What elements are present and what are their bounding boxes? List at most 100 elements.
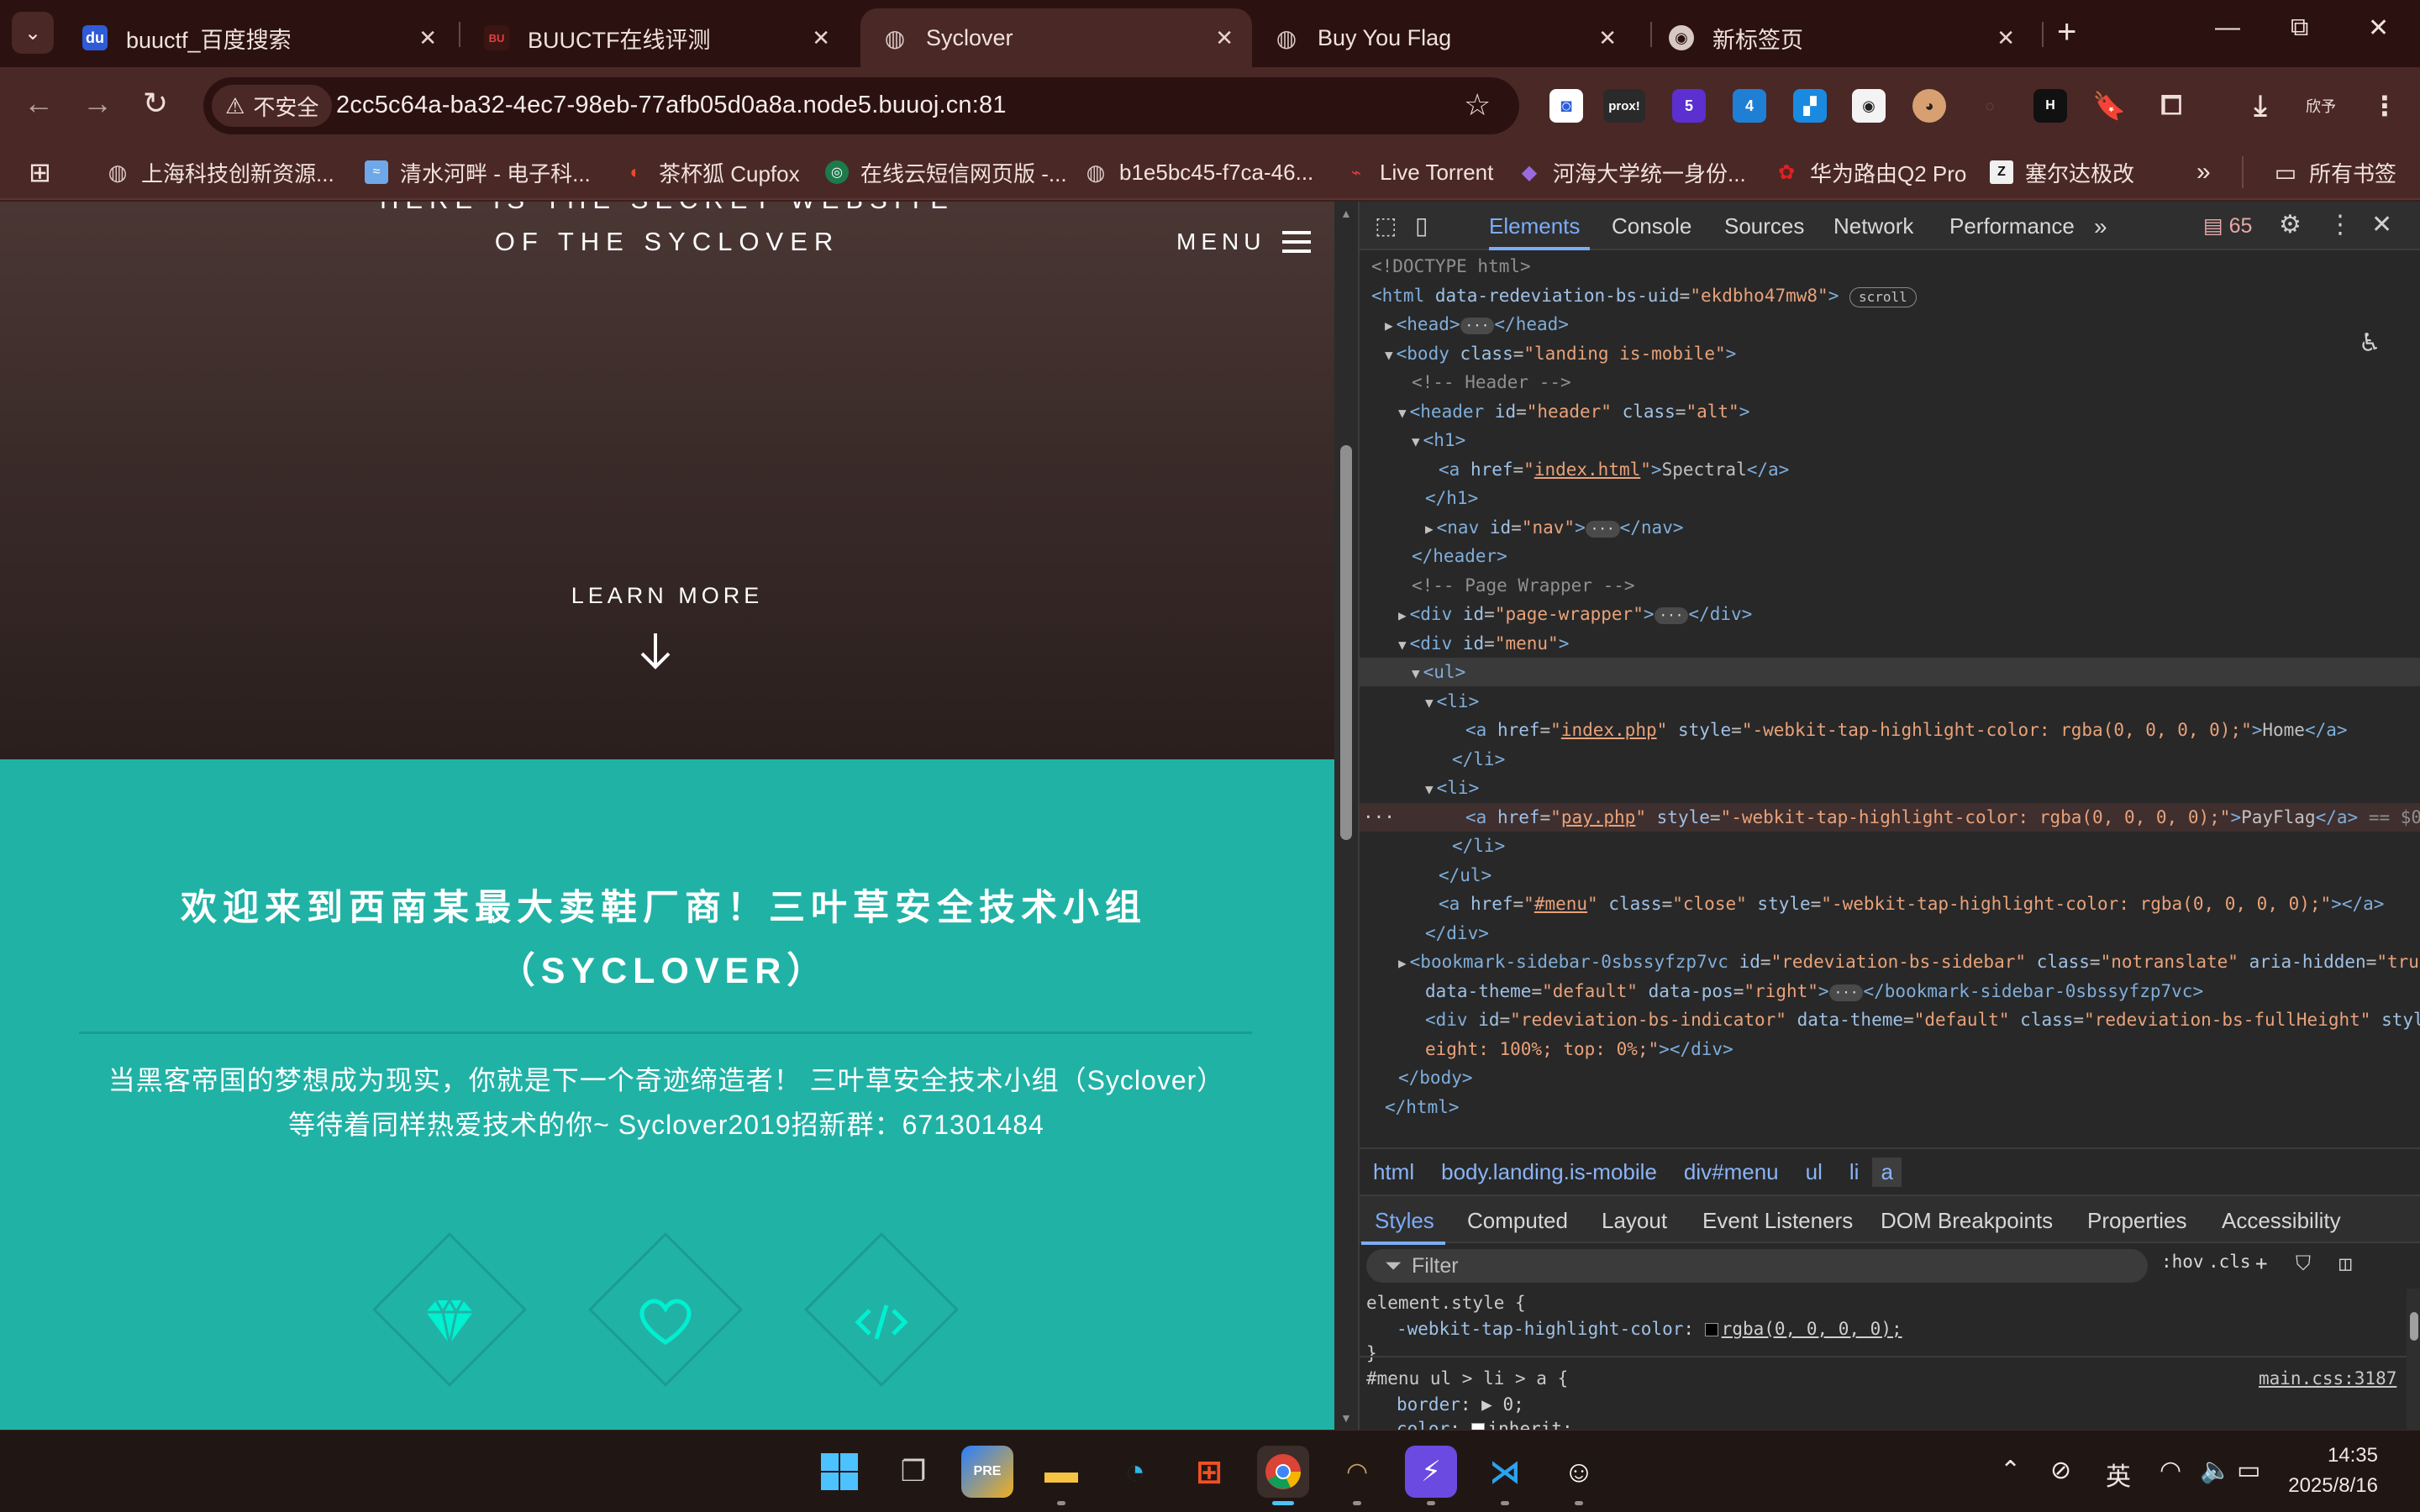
breadcrumb-item[interactable]: html — [1373, 1159, 1414, 1185]
copilot-icon[interactable]: PRE — [961, 1446, 1013, 1498]
dom-node[interactable]: ▶ <nav id="nav"> ··· </nav> — [1360, 513, 2420, 542]
css-declaration[interactable]: -webkit-tap-highlight-color: rgba(0, 0, … — [1366, 1316, 1902, 1342]
avatar-extension-icon[interactable]: ◕ — [1912, 89, 1946, 123]
dom-node[interactable]: <html data-redeviation-bs-uid="ekdbho47m… — [1360, 281, 2420, 310]
ellipsis-icon[interactable]: ··· — [1828, 984, 1864, 1001]
more-vert-icon[interactable]: ⋮ — [2368, 89, 2402, 123]
more-tabs-chevron-icon[interactable]: » — [2094, 213, 2107, 240]
tab-elements[interactable]: Elements — [1489, 213, 1580, 239]
dom-node-selected[interactable]: ··· <a href="pay.php" style="-webkit-tap-… — [1360, 802, 2420, 832]
ellipsis-icon[interactable]: ··· — [1360, 803, 1465, 832]
learn-more-link[interactable]: LEARN MORE — [0, 583, 1334, 609]
menu-button[interactable]: MENU — [1176, 228, 1312, 255]
ellipsis-icon[interactable]: ··· — [1585, 520, 1620, 538]
bookmark-item[interactable]: ◐ 茶杯狐 Cupfox — [623, 156, 799, 188]
inspect-element-icon[interactable]: ⬚ — [1375, 212, 1397, 239]
tab-network[interactable]: Network — [1833, 213, 1913, 239]
dom-node[interactable]: </ul> — [1360, 861, 2420, 890]
tab-performance[interactable]: Performance — [1949, 213, 2075, 239]
security-chip[interactable]: ⚠ 不安全 — [212, 85, 333, 127]
dom-node[interactable]: </div> — [1360, 919, 2420, 948]
close-icon[interactable]: ✕ — [1996, 25, 2015, 51]
close-icon[interactable]: ✕ — [418, 25, 437, 51]
more-bookmarks-chevron-icon[interactable]: » — [2196, 156, 2211, 188]
wifi-icon[interactable]: ◠ — [2160, 1456, 2181, 1485]
start-button[interactable] — [813, 1446, 865, 1498]
css-rule-selector[interactable]: #menu ul > li > a { — [1366, 1366, 1568, 1392]
dom-node[interactable]: <a href="index.html">Spectral</a> — [1360, 455, 2420, 484]
dom-node[interactable]: <a href="index.php" style="-webkit-tap-h… — [1360, 716, 2420, 744]
css-source-link[interactable]: main.css:3187 — [2259, 1366, 2396, 1392]
expand-triangle-icon[interactable]: ▶ — [1398, 955, 1407, 971]
bookmark-icon[interactable]: 🔖 — [2092, 89, 2126, 123]
star-icon[interactable]: ☆ — [1464, 87, 1491, 123]
dom-node[interactable]: ▼ <li> — [1360, 687, 2420, 716]
device-toolbar-icon[interactable]: ▯ — [1415, 212, 1428, 239]
ellipsis-icon[interactable]: ··· — [1460, 318, 1495, 334]
dom-node[interactable]: </header> — [1360, 542, 2420, 570]
more-vert-icon[interactable]: ⋮ — [2328, 210, 2353, 239]
file-explorer-icon[interactable]: ▬ — [1035, 1446, 1087, 1498]
styles-scrollbar[interactable] — [2407, 1289, 2420, 1430]
tab-properties[interactable]: Properties — [2087, 1208, 2187, 1234]
breadcrumb-item-current[interactable]: a — [1872, 1157, 1902, 1187]
href-link[interactable]: #menu — [1534, 894, 1587, 914]
bookmark-item[interactable]: ✿ 华为路由Q2 Pro — [1775, 156, 1966, 188]
clock-date[interactable]: 2025/8/16 — [2235, 1474, 2378, 1498]
profile-button[interactable]: 欣予 — [2304, 89, 2338, 123]
tab-buy-you-flag[interactable]: ◍ Buy You Flag ✕ — [1252, 8, 1635, 67]
restore-button[interactable]: ⧉ — [2291, 13, 2308, 42]
issues-badge[interactable]: ▤ 65 — [2203, 213, 2252, 239]
cls-toggle[interactable]: .cls — [2208, 1252, 2251, 1272]
volume-icon[interactable]: 🔈 — [2200, 1456, 2231, 1485]
tab-buuctf[interactable]: BU BUUCTF在线评测 ✕ — [462, 8, 849, 67]
network-disabled-icon[interactable]: ⊘ — [2050, 1456, 2071, 1485]
all-bookmarks-button[interactable]: ▭ 所有书签 — [2274, 156, 2396, 188]
href-link[interactable]: index.php — [1561, 720, 1657, 740]
breadcrumb-item[interactable]: li — [1849, 1159, 1860, 1185]
apps-grid-icon[interactable]: ⊞ — [29, 156, 51, 188]
collapse-triangle-icon[interactable]: ▼ — [1425, 781, 1434, 797]
expand-triangle-icon[interactable]: ▶ — [1385, 318, 1393, 333]
dom-node[interactable]: <a href="#menu" class="close" style="-we… — [1360, 890, 2420, 918]
new-tab-button[interactable]: + — [2057, 13, 2076, 51]
ime-indicator[interactable]: 英 — [2106, 1456, 2131, 1493]
dom-node[interactable]: <!DOCTYPE html> — [1360, 252, 2420, 281]
qq-icon[interactable]: ☺ — [1553, 1446, 1605, 1498]
gear-icon[interactable]: ⚙ — [2279, 210, 2302, 239]
minimize-button[interactable]: — — [2215, 13, 2240, 42]
scroll-up-icon[interactable]: ▲ — [1340, 207, 1352, 220]
close-icon[interactable]: ✕ — [1598, 25, 1617, 51]
reload-button[interactable]: ↻ — [143, 86, 168, 121]
collapse-triangle-icon[interactable]: ▼ — [1412, 433, 1420, 449]
bookmark-item[interactable]: Z 塞尔达极改 — [1990, 156, 2134, 188]
dom-node[interactable]: ▼ <div id="menu"> — [1360, 629, 2420, 658]
dom-node[interactable]: </li> — [1360, 745, 2420, 774]
dom-node[interactable]: ▼ <body class="landing is-mobile"> — [1360, 339, 2420, 368]
collapse-triangle-icon[interactable]: ▼ — [1385, 347, 1393, 363]
puzzle-extension-icon[interactable]: ▞ — [1793, 89, 1827, 123]
bookmark-item[interactable]: ⌁ Live Torrent — [1344, 156, 1493, 188]
href-link[interactable]: pay.php — [1561, 807, 1636, 827]
tab-styles[interactable]: Styles — [1375, 1208, 1434, 1234]
tab-layout[interactable]: Layout — [1602, 1208, 1667, 1234]
close-icon[interactable]: ✕ — [812, 25, 830, 51]
collapse-triangle-icon[interactable]: ▼ — [1398, 637, 1407, 653]
dom-node[interactable]: ▼ <header id="header" class="alt"> — [1360, 397, 2420, 426]
dom-node[interactable]: <!-- Header --> — [1360, 368, 2420, 396]
download-icon[interactable]: ⤓ — [2244, 89, 2277, 123]
bookmark-item[interactable]: ◍ b1e5bc45-f7ca-46... — [1084, 156, 1314, 188]
page-scrollbar[interactable]: ▲ ▼ — [1334, 202, 1358, 1430]
expand-triangle-icon[interactable]: ▶ — [1425, 521, 1434, 537]
extension-icon[interactable]: 4 — [1733, 89, 1766, 123]
clock-time[interactable]: 14:35 — [2269, 1444, 2378, 1467]
owl-extension-icon[interactable]: ◉ — [1852, 89, 1886, 123]
show-hidden-icons-chevron-icon[interactable]: ⌃ — [2000, 1456, 2021, 1485]
tab-console[interactable]: Console — [1612, 213, 1691, 239]
tab-syclover[interactable]: ◍ Syclover ✕ — [860, 8, 1252, 67]
task-view-icon[interactable]: ❐ — [887, 1446, 939, 1498]
proxy-extension-icon[interactable]: prox! — [1603, 89, 1645, 123]
breadcrumb-item[interactable]: body.landing.is-mobile — [1441, 1159, 1657, 1185]
dom-node[interactable]: </body> — [1360, 1063, 2420, 1092]
scrollbar-thumb[interactable] — [2410, 1312, 2418, 1341]
